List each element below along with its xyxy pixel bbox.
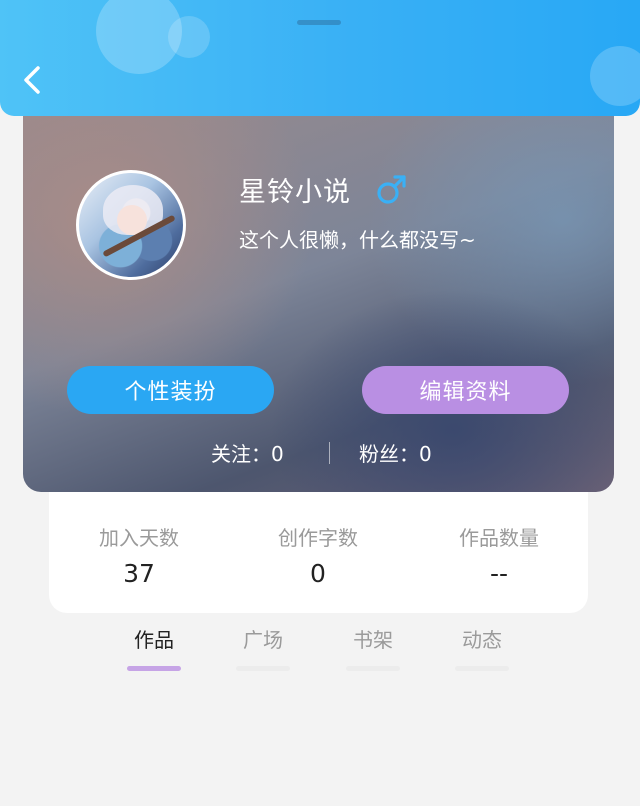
decorative-bubble [168,16,210,58]
content-tabs: 作品 广场 书架 动态 [0,620,640,680]
chevron-left-icon [24,66,40,94]
tab-indicator [236,666,290,671]
personal-decoration-button[interactable]: 个性装扮 [67,366,274,414]
tab-label: 书架 [353,628,393,652]
divider [329,442,330,464]
stat-label: 作品数量 [459,526,539,550]
drag-handle[interactable] [297,20,341,25]
tab-indicator [346,666,400,671]
tab-label: 动态 [462,628,502,652]
tab-indicator [455,666,509,671]
tab-activity[interactable]: 动态 [447,624,517,671]
username: 星铃小说 [239,177,351,208]
stat-value: 37 [123,559,155,588]
following-count[interactable]: 关注：0 [211,438,284,467]
bio-text: 这个人很懒，什么都没写~ [239,228,476,252]
follow-stats: 关注：0 粉丝：0 [23,438,614,470]
stat-works-count: 作品数量 -- [409,522,589,588]
stat-label: 创作字数 [278,526,358,550]
stat-join-days: 加入天数 37 [49,522,229,588]
avatar[interactable] [76,170,186,280]
tab-label: 作品 [134,628,174,652]
edit-profile-button[interactable]: 编辑资料 [362,366,569,414]
tab-works[interactable]: 作品 [119,624,189,671]
profile-card: 星铃小说 这个人很懒，什么都没写~ 个性装扮 编辑资料 关注：0 粉丝：0 [23,100,614,492]
tab-square[interactable]: 广场 [228,624,298,671]
top-header [0,0,640,116]
male-symbol-icon [377,175,406,204]
stat-label: 加入天数 [99,526,179,550]
tab-indicator [127,666,181,671]
stat-value: 0 [310,559,326,588]
stat-value: -- [489,559,509,588]
back-button[interactable] [16,60,52,100]
tab-bookshelf[interactable]: 书架 [338,624,408,671]
stat-word-count: 创作字数 0 [228,522,408,588]
tab-label: 广场 [243,628,283,652]
fans-count[interactable]: 粉丝：0 [359,438,432,467]
decorative-bubble [590,46,640,106]
